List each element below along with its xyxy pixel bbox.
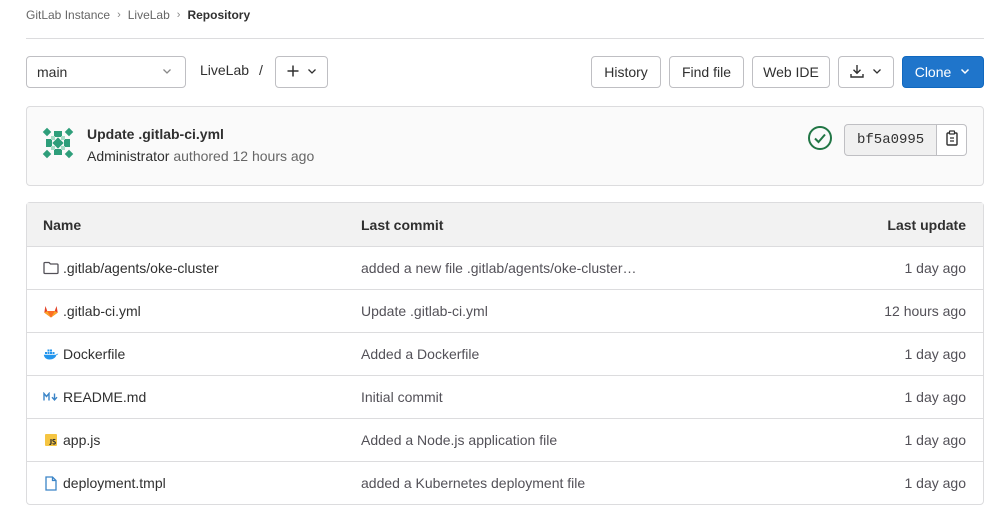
copy-sha-button[interactable]: [937, 124, 968, 156]
commit-author[interactable]: Administrator: [87, 148, 169, 164]
chevron-down-icon: [959, 64, 971, 80]
breadcrumb: GitLab Instance › LiveLab › Repository: [26, 7, 250, 23]
file-tree-table: Name Last commit Last update .gitlab/age…: [26, 202, 984, 505]
commit-sha-group: bf5a0995: [844, 124, 968, 156]
last-update-time: 1 day ago: [904, 389, 967, 405]
last-update-time: 12 hours ago: [884, 303, 966, 319]
table-row[interactable]: app.js Added a Node.js application file …: [27, 419, 983, 462]
branch-label: main: [37, 64, 68, 80]
markdown-icon: [43, 389, 59, 405]
chevron-down-icon: [306, 64, 318, 80]
repo-path: LiveLab /: [200, 62, 263, 78]
folder-icon: [43, 260, 59, 276]
commit-message-link[interactable]: added a Kubernetes deployment file: [361, 475, 585, 491]
last-commit-panel: Update .gitlab-ci.yml Administrator auth…: [26, 106, 984, 186]
table-row[interactable]: Dockerfile Added a Dockerfile 1 day ago: [27, 333, 983, 376]
commit-message-link[interactable]: Added a Node.js application file: [361, 432, 557, 448]
file-name-link[interactable]: README.md: [63, 389, 146, 405]
path-separator: /: [258, 62, 263, 78]
commit-message-link[interactable]: added a new file .gitlab/agents/oke-clus…: [361, 260, 637, 276]
chevron-down-icon: [871, 64, 883, 80]
file-name-link[interactable]: .gitlab/agents/oke-cluster: [63, 260, 219, 276]
breadcrumb-current[interactable]: Repository: [187, 8, 250, 22]
commit-message-link[interactable]: Added a Dockerfile: [361, 346, 479, 362]
file-name-cell: .gitlab-ci.yml: [43, 303, 141, 319]
file-name-cell: app.js: [43, 432, 100, 448]
docker-icon: [43, 346, 59, 362]
table-header: Name Last commit Last update: [27, 203, 983, 247]
column-header-name: Name: [43, 217, 82, 233]
column-header-last-commit: Last commit: [361, 217, 444, 233]
last-update-time: 1 day ago: [904, 260, 967, 276]
add-to-tree-button[interactable]: [275, 56, 328, 88]
gitlab-icon: [43, 303, 59, 319]
table-row[interactable]: .gitlab/agents/oke-cluster added a new f…: [27, 247, 983, 290]
repo-path-root[interactable]: LiveLab: [200, 62, 249, 78]
breadcrumb-item-instance[interactable]: GitLab Instance: [26, 8, 110, 22]
commit-message-link[interactable]: Initial commit: [361, 389, 443, 405]
clone-label: Clone: [914, 64, 952, 80]
last-update-time: 1 day ago: [904, 475, 967, 491]
commit-sha[interactable]: bf5a0995: [844, 124, 938, 156]
file-name-cell: .gitlab/agents/oke-cluster: [43, 260, 219, 276]
clone-button[interactable]: Clone: [902, 56, 984, 88]
file-icon: [43, 475, 59, 491]
find-file-button[interactable]: Find file: [669, 56, 744, 88]
copy-icon: [945, 129, 959, 151]
table-row[interactable]: deployment.tmpl added a Kubernetes deplo…: [27, 462, 983, 504]
chevron-right-icon: ›: [176, 9, 181, 21]
table-row[interactable]: README.md Initial commit 1 day ago: [27, 376, 983, 419]
branch-selector[interactable]: main: [26, 56, 186, 88]
table-row[interactable]: .gitlab-ci.yml Update .gitlab-ci.yml 12 …: [27, 290, 983, 333]
javascript-icon: [43, 432, 59, 448]
chevron-right-icon: ›: [117, 9, 121, 21]
divider: [26, 38, 984, 39]
column-header-last-update: Last update: [887, 217, 966, 233]
plus-icon: [286, 64, 300, 81]
breadcrumb-item-project[interactable]: LiveLab: [128, 8, 170, 22]
file-name-link[interactable]: app.js: [63, 432, 100, 448]
chevron-down-icon: [161, 64, 173, 80]
pipeline-passed-icon[interactable]: [807, 125, 833, 151]
file-name-cell: deployment.tmpl: [43, 475, 166, 491]
history-button[interactable]: History: [591, 56, 661, 88]
commit-time: authored 12 hours ago: [173, 148, 315, 164]
file-name-link[interactable]: deployment.tmpl: [63, 475, 166, 491]
download-button[interactable]: [838, 56, 894, 88]
download-icon: [849, 63, 865, 82]
last-update-time: 1 day ago: [904, 346, 967, 362]
commit-title[interactable]: Update .gitlab-ci.yml: [87, 126, 224, 142]
file-name-link[interactable]: Dockerfile: [63, 346, 125, 362]
last-update-time: 1 day ago: [904, 432, 967, 448]
file-name-cell: README.md: [43, 389, 146, 405]
file-name-cell: Dockerfile: [43, 346, 125, 362]
file-name-link[interactable]: .gitlab-ci.yml: [63, 303, 141, 319]
commit-message-link[interactable]: Update .gitlab-ci.yml: [361, 303, 488, 319]
commit-meta: Administrator authored 12 hours ago: [87, 148, 314, 164]
web-ide-button[interactable]: Web IDE: [752, 56, 830, 88]
avatar-identicon[interactable]: [42, 127, 74, 159]
